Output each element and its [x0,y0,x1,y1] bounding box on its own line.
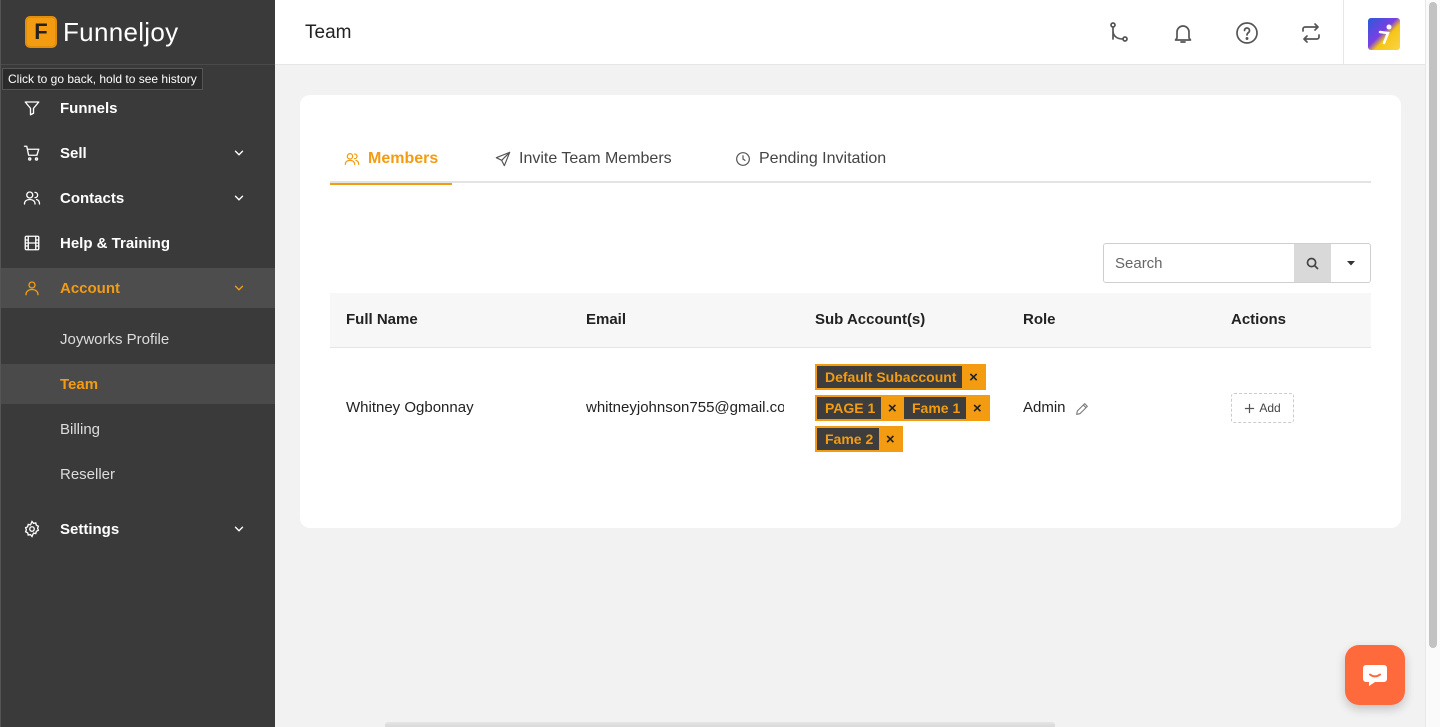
cart-icon [23,144,41,162]
plus-icon [1245,403,1255,413]
sidebar-item-account[interactable]: Account [1,268,275,308]
sidebar-subitem-billing[interactable]: Billing [1,409,275,449]
sidebar-subitem-label: Billing [60,420,101,438]
add-button[interactable]: Add [1231,393,1294,423]
subaccount-tag: Default Subaccount × [815,364,987,390]
search-dropdown-button[interactable] [1331,244,1370,282]
close-icon[interactable]: × [879,428,902,450]
tab-label: Pending Invitation [759,150,887,167]
tag-label: Fame 2 [825,431,874,447]
user-icon [23,279,41,297]
chat-button[interactable] [1345,645,1405,705]
tab-bar: Members Invite Team Members Pending Invi… [330,135,1371,185]
sidebar-item-label: Help & Training [60,234,171,252]
page-scrollbar[interactable] [1425,0,1440,727]
sidebar-item-label: Sell [60,144,87,162]
subaccount-tag: Fame 2 × [815,426,904,452]
sidebar-subitem-label: Reseller [60,465,116,483]
edit-icon[interactable] [1074,401,1090,417]
team-card: Members Invite Team Members Pending Invi… [300,95,1401,528]
git-branch-icon[interactable] [1107,21,1131,45]
sidebar: F Funneljoy Click to go back, hold to se… [0,0,275,727]
column-header[interactable]: Role [1023,311,1056,328]
users-icon [23,189,41,207]
scroll-thumb[interactable] [1429,2,1437,648]
add-button-label: Add [1259,401,1281,415]
subaccount-tag: Fame 1 × [902,395,991,421]
sidebar-subitem-team[interactable]: Team [1,364,275,404]
tab-label: Invite Team Members [519,150,672,167]
chat-icon [1363,665,1387,686]
film-icon [23,234,41,252]
search-box [1103,243,1371,283]
tab-members[interactable]: Members [330,135,453,185]
subaccount-tag: PAGE 1 × [815,395,906,421]
member-role: Admin [1023,399,1066,416]
filter-icon [23,99,41,117]
tab-label: Members [368,150,439,167]
sidebar-subitem-joyworks-profile[interactable]: Joyworks Profile [1,319,275,359]
close-icon[interactable]: × [962,366,985,388]
sidebar-subitem-label: Joyworks Profile [60,330,170,348]
sidebar-item-label: Settings [60,520,120,538]
table-header: Full Name Email Sub Account(s) Role Acti… [330,293,1371,348]
member-email: whitneyjohnson755@gmail.com [586,399,784,416]
sidebar-item-label: Contacts [60,189,125,207]
avatar[interactable] [1368,18,1400,50]
tag-label: Fame 1 [912,400,961,416]
sidebar-item-label: Account [60,279,120,297]
bottom-panel-edge [385,722,1055,727]
column-header[interactable]: Actions [1231,311,1286,328]
tab-invite-team-members[interactable]: Invite Team Members [495,135,672,183]
column-header[interactable]: Email [586,311,626,328]
back-tooltip: Click to go back, hold to see history [2,68,203,90]
chevron-down-icon [234,150,244,156]
table-row: Whitney Ogbonnay whitneyjohnson755@gmail… [330,348,1371,468]
sidebar-item-settings[interactable]: Settings [1,509,275,549]
brand-logo: F [25,16,57,48]
column-header[interactable]: Sub Account(s) [815,311,925,328]
page-title: Team [305,22,352,43]
sidebar-item-contacts[interactable]: Contacts [1,178,275,218]
close-icon[interactable]: × [966,397,989,419]
chevron-down-icon [234,195,244,201]
bell-icon[interactable] [1171,21,1195,45]
tag-label: Default Subaccount [825,369,957,385]
caret-down-icon [1346,261,1355,266]
users-icon [344,153,360,165]
member-full-name: Whitney Ogbonnay [346,399,474,416]
avatar-logo-icon [1378,24,1392,45]
help-icon[interactable] [1235,21,1259,45]
sidebar-item-sell[interactable]: Sell [1,133,275,173]
sidebar-item-funnels[interactable]: Funnels [1,88,275,128]
search-button[interactable] [1294,244,1331,282]
sidebar-item-label: Funnels [60,99,118,117]
sidebar-subitem-label: Team [60,375,99,393]
header-divider [1343,0,1344,65]
sidebar-subitem-reseller[interactable]: Reseller [1,454,275,494]
clock-icon [736,152,750,166]
top-header: Team [275,0,1425,65]
tag-label: PAGE 1 [825,400,876,416]
gear-icon [23,520,41,538]
tab-pending-invitation[interactable]: Pending Invitation [735,135,886,183]
search-input[interactable] [1104,244,1294,282]
close-icon[interactable]: × [881,397,904,419]
brand-name: Funneljoy [63,16,179,47]
search-icon [1306,257,1319,269]
switch-icon[interactable] [1299,21,1323,45]
sidebar-item-help-training[interactable]: Help & Training [1,223,275,263]
column-header[interactable]: Full Name [346,311,418,328]
brand[interactable]: F Funneljoy [25,16,178,48]
send-icon [495,151,511,167]
chevron-down-icon [234,526,244,532]
divider [1,64,275,65]
chevron-down-icon [234,285,244,291]
